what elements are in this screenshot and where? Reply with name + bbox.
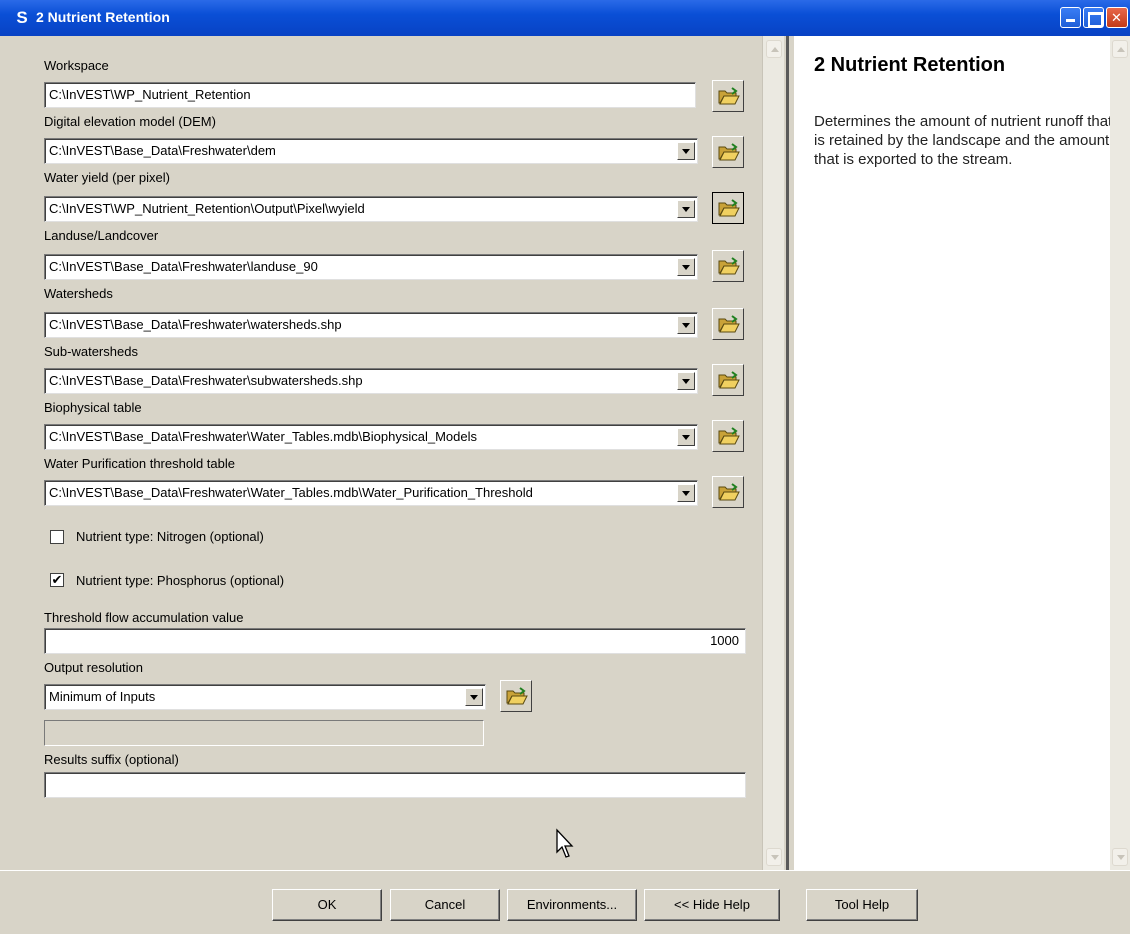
- folder-open-icon: [718, 427, 740, 445]
- landuse-browse-button[interactable]: [712, 250, 744, 282]
- environments-button[interactable]: Environments...: [507, 889, 637, 921]
- biophysical-dropdown[interactable]: C:\InVEST\Base_Data\Freshwater\Water_Tab…: [44, 424, 698, 450]
- biophysical-label: Biophysical table: [44, 400, 142, 415]
- biophysical-value: C:\InVEST\Base_Data\Freshwater\Water_Tab…: [49, 429, 477, 444]
- subwatersheds-label: Sub-watersheds: [44, 344, 138, 359]
- output-resolution-browse-button[interactable]: [500, 680, 532, 712]
- form-scrollbar[interactable]: [762, 36, 784, 870]
- workspace-label: Workspace: [44, 58, 109, 73]
- folder-open-icon: [718, 371, 740, 389]
- dropdown-arrow-icon[interactable]: [677, 258, 695, 276]
- nitrogen-label: Nutrient type: Nitrogen (optional): [76, 529, 264, 544]
- button-bar: OK Cancel Environments... << Hide Help T…: [0, 870, 1130, 934]
- scroll-up-icon[interactable]: [1112, 40, 1128, 58]
- output-resolution-dropdown[interactable]: Minimum of Inputs: [44, 684, 486, 710]
- folder-open-icon: [718, 483, 740, 501]
- dropdown-arrow-icon[interactable]: [677, 484, 695, 502]
- app-icon: S: [16, 8, 28, 27]
- dropdown-arrow-icon[interactable]: [677, 142, 695, 160]
- close-button[interactable]: [1106, 7, 1128, 28]
- scroll-down-icon[interactable]: [766, 848, 782, 866]
- landuse-value: C:\InVEST\Base_Data\Freshwater\landuse_9…: [49, 259, 318, 274]
- water-yield-value: C:\InVEST\WP_Nutrient_Retention\Output\P…: [49, 201, 365, 216]
- watersheds-value: C:\InVEST\Base_Data\Freshwater\watershed…: [49, 317, 342, 332]
- folder-open-icon: [718, 257, 740, 275]
- dropdown-arrow-icon[interactable]: [677, 200, 695, 218]
- workspace-browse-button[interactable]: [712, 80, 744, 112]
- help-description: Determines the amount of nutrient runoff…: [814, 113, 1113, 168]
- folder-open-icon: [506, 687, 528, 705]
- output-resolution-label: Output resolution: [44, 660, 144, 675]
- panel-splitter[interactable]: [784, 36, 794, 870]
- phosphorus-label: Nutrient type: Phosphorus (optional): [76, 573, 285, 588]
- nitrogen-checkbox[interactable]: [50, 530, 64, 544]
- output-resolution-value: Minimum of Inputs: [49, 689, 156, 704]
- folder-open-icon: [718, 87, 740, 105]
- dropdown-arrow-icon[interactable]: [677, 316, 695, 334]
- subwatersheds-browse-button[interactable]: [712, 364, 744, 396]
- threshold-table-label: Water Purification threshold table: [44, 456, 236, 471]
- cancel-button[interactable]: Cancel: [390, 889, 500, 921]
- folder-open-icon: [718, 315, 740, 333]
- title-bar[interactable]: S 2 Nutrient Retention: [0, 0, 1130, 36]
- scroll-up-icon[interactable]: [766, 40, 782, 58]
- dropdown-arrow-icon[interactable]: [677, 428, 695, 446]
- threshold-table-value: C:\InVEST\Base_Data\Freshwater\Water_Tab…: [49, 485, 533, 500]
- dem-value: C:\InVEST\Base_Data\Freshwater\dem: [49, 143, 276, 158]
- dem-browse-button[interactable]: [712, 136, 744, 168]
- minimize-button[interactable]: [1060, 7, 1081, 28]
- watersheds-browse-button[interactable]: [712, 308, 744, 340]
- dropdown-arrow-icon[interactable]: [465, 688, 483, 706]
- dem-dropdown[interactable]: C:\InVEST\Base_Data\Freshwater\dem: [44, 138, 698, 164]
- scroll-down-icon[interactable]: [1112, 848, 1128, 866]
- subwatersheds-value: C:\InVEST\Base_Data\Freshwater\subwaters…: [49, 373, 363, 388]
- watersheds-dropdown[interactable]: C:\InVEST\Base_Data\Freshwater\watershed…: [44, 312, 698, 338]
- output-resolution-cell-size: [44, 720, 484, 746]
- dem-label: Digital elevation model (DEM): [44, 114, 216, 129]
- water-yield-label: Water yield (per pixel): [44, 170, 170, 185]
- help-scrollbar[interactable]: [1110, 36, 1130, 870]
- phosphorus-checkbox[interactable]: ✔: [50, 573, 64, 587]
- ok-button[interactable]: OK: [272, 889, 382, 921]
- results-suffix-input[interactable]: [44, 772, 746, 798]
- workspace-input[interactable]: C:\InVEST\WP_Nutrient_Retention: [44, 82, 696, 108]
- water-yield-dropdown[interactable]: C:\InVEST\WP_Nutrient_Retention\Output\P…: [44, 196, 698, 222]
- hide-help-button[interactable]: << Hide Help: [644, 889, 780, 921]
- landuse-dropdown[interactable]: C:\InVEST\Base_Data\Freshwater\landuse_9…: [44, 254, 698, 280]
- watersheds-label: Watersheds: [44, 286, 113, 301]
- window-title: 2 Nutrient Retention: [36, 9, 170, 25]
- water-yield-browse-button[interactable]: [712, 192, 744, 224]
- landuse-label: Landuse/Landcover: [44, 228, 159, 243]
- threshold-table-dropdown[interactable]: C:\InVEST\Base_Data\Freshwater\Water_Tab…: [44, 480, 698, 506]
- help-title: 2 Nutrient Retention: [814, 54, 1006, 76]
- dropdown-arrow-icon[interactable]: [677, 372, 695, 390]
- folder-open-icon: [718, 143, 740, 161]
- flow-threshold-label: Threshold flow accumulation value: [44, 610, 244, 625]
- mouse-cursor-icon: [556, 828, 574, 858]
- subwatersheds-dropdown[interactable]: C:\InVEST\Base_Data\Freshwater\subwaters…: [44, 368, 698, 394]
- maximize-button[interactable]: [1083, 7, 1104, 28]
- tool-help-button[interactable]: Tool Help: [806, 889, 918, 921]
- threshold-table-browse-button[interactable]: [712, 476, 744, 508]
- results-suffix-label: Results suffix (optional): [44, 752, 179, 767]
- biophysical-browse-button[interactable]: [712, 420, 744, 452]
- help-panel: 2 Nutrient Retention Determines the amou…: [794, 36, 1112, 870]
- tool-dialog: S 2 Nutrient Retention Workspace C:\InVE…: [0, 0, 1130, 934]
- folder-open-icon: [718, 199, 740, 217]
- flow-threshold-input[interactable]: 1000: [44, 628, 746, 654]
